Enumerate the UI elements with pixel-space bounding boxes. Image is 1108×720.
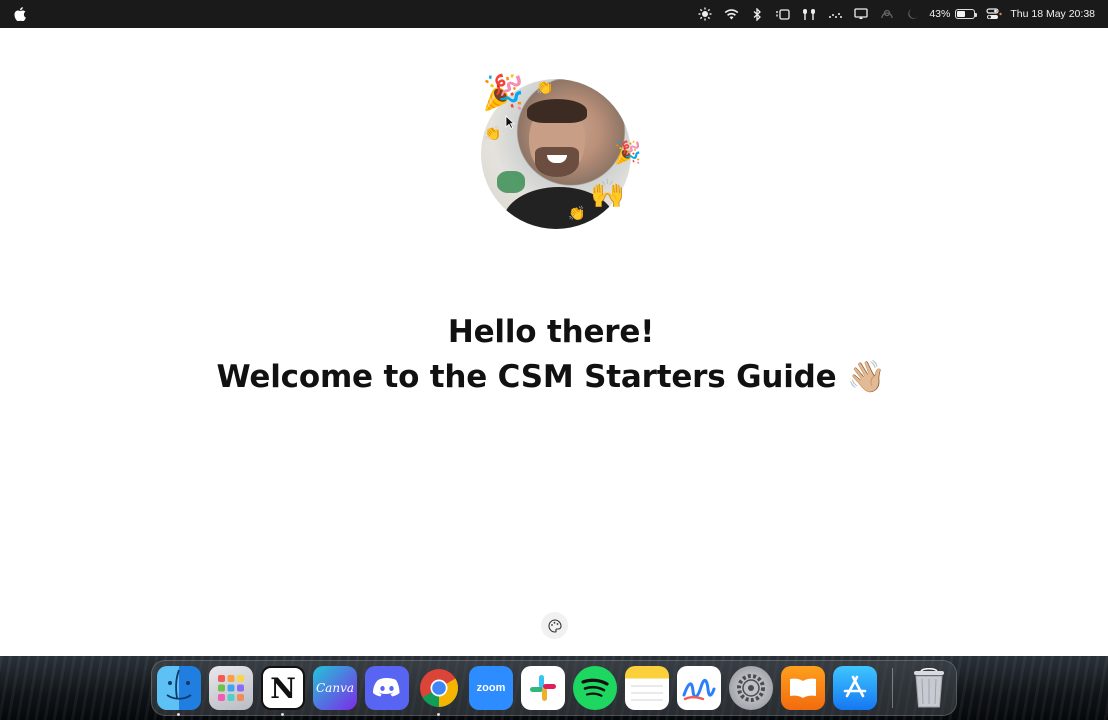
party-popper-icon: 🎉 (482, 74, 525, 112)
moon-icon[interactable] (900, 0, 926, 28)
bluetooth-icon[interactable] (744, 0, 770, 28)
palette-icon (547, 618, 562, 633)
clapping-hands-icon: 👏 (568, 205, 586, 221)
menubar-clock[interactable]: Thu 18 May 20:38 (1007, 8, 1098, 20)
clapping-hands-icon: 👏 (484, 125, 502, 141)
book-icon (790, 678, 816, 698)
dock-app-launchpad[interactable] (209, 666, 253, 710)
menu-bar: 43% Thu 18 May 20:38 (0, 0, 1108, 28)
dock-app-finder[interactable] (157, 666, 201, 710)
dock-app-slack[interactable] (521, 666, 565, 710)
dock-app-books[interactable] (781, 666, 825, 710)
subtitle-text: Welcome to the CSM Starters Guide 👋🏼 (216, 359, 886, 395)
app-store-icon (843, 675, 867, 698)
stage-manager-icon[interactable] (770, 0, 796, 28)
zoom-icon: zoom (476, 682, 506, 694)
spotify-icon (581, 678, 609, 697)
control-center-icon[interactable] (981, 0, 1007, 28)
dock-app-zoom[interactable]: zoom (469, 666, 513, 710)
apple-menu-icon[interactable] (14, 6, 28, 22)
running-indicator (437, 713, 440, 716)
notes-icon (631, 685, 663, 701)
raised-hands-icon: 🙌 (590, 178, 625, 209)
dock-app-notion[interactable]: N (261, 666, 305, 710)
dock-app-discord[interactable] (365, 666, 409, 710)
battery-level (957, 11, 965, 17)
notion-icon: N (270, 671, 296, 705)
wifi-icon[interactable] (718, 0, 744, 28)
battery-icon[interactable] (955, 9, 978, 19)
finder-icon (166, 669, 192, 700)
canva-icon: Canva (316, 681, 354, 695)
avatar-plant (497, 171, 525, 193)
dock-app-trash[interactable] (907, 666, 951, 710)
dock-app-spotify[interactable] (573, 666, 617, 710)
focus-icon[interactable] (874, 0, 900, 28)
trash-icon (914, 668, 944, 708)
airpods-icon[interactable] (796, 0, 822, 28)
dock-app-notes[interactable] (625, 666, 669, 710)
dock-app-app-store[interactable] (833, 666, 877, 710)
dock-app-system-settings[interactable] (729, 666, 773, 710)
avatar-hair (527, 99, 587, 123)
brightness-icon[interactable] (692, 0, 718, 28)
discord-icon (373, 678, 400, 697)
audio-icon[interactable] (822, 0, 848, 28)
greeting-text: Hello there! (447, 314, 655, 350)
clapping-hands-icon: 👏 (536, 79, 554, 95)
chrome-icon (420, 669, 459, 708)
running-indicator (177, 713, 180, 716)
welcome-page: 🎉 👏 👏 🎉 🙌 👏 Hello there! Welcome to the … (0, 28, 1108, 656)
mouse-cursor-icon (505, 115, 515, 129)
dock-app-freeform[interactable] (677, 666, 721, 710)
display-icon[interactable] (848, 0, 874, 28)
launchpad-icon (218, 675, 244, 701)
theme-toggle-button[interactable] (541, 612, 568, 639)
dock-app-chrome[interactable] (417, 666, 461, 710)
gear-icon (737, 674, 765, 702)
battery-percent[interactable]: 43% (926, 8, 953, 20)
welcome-heading: Hello there! Welcome to the CSM Starters… (0, 310, 1102, 400)
profile-avatar: 🎉 👏 👏 🎉 🙌 👏 (478, 76, 646, 236)
slack-icon (530, 675, 556, 701)
freeform-icon (682, 679, 716, 701)
running-indicator (281, 713, 284, 716)
dock-app-canva[interactable]: Canva (313, 666, 357, 710)
party-popper-icon: 🎉 (614, 140, 642, 165)
dock-separator (892, 668, 893, 708)
